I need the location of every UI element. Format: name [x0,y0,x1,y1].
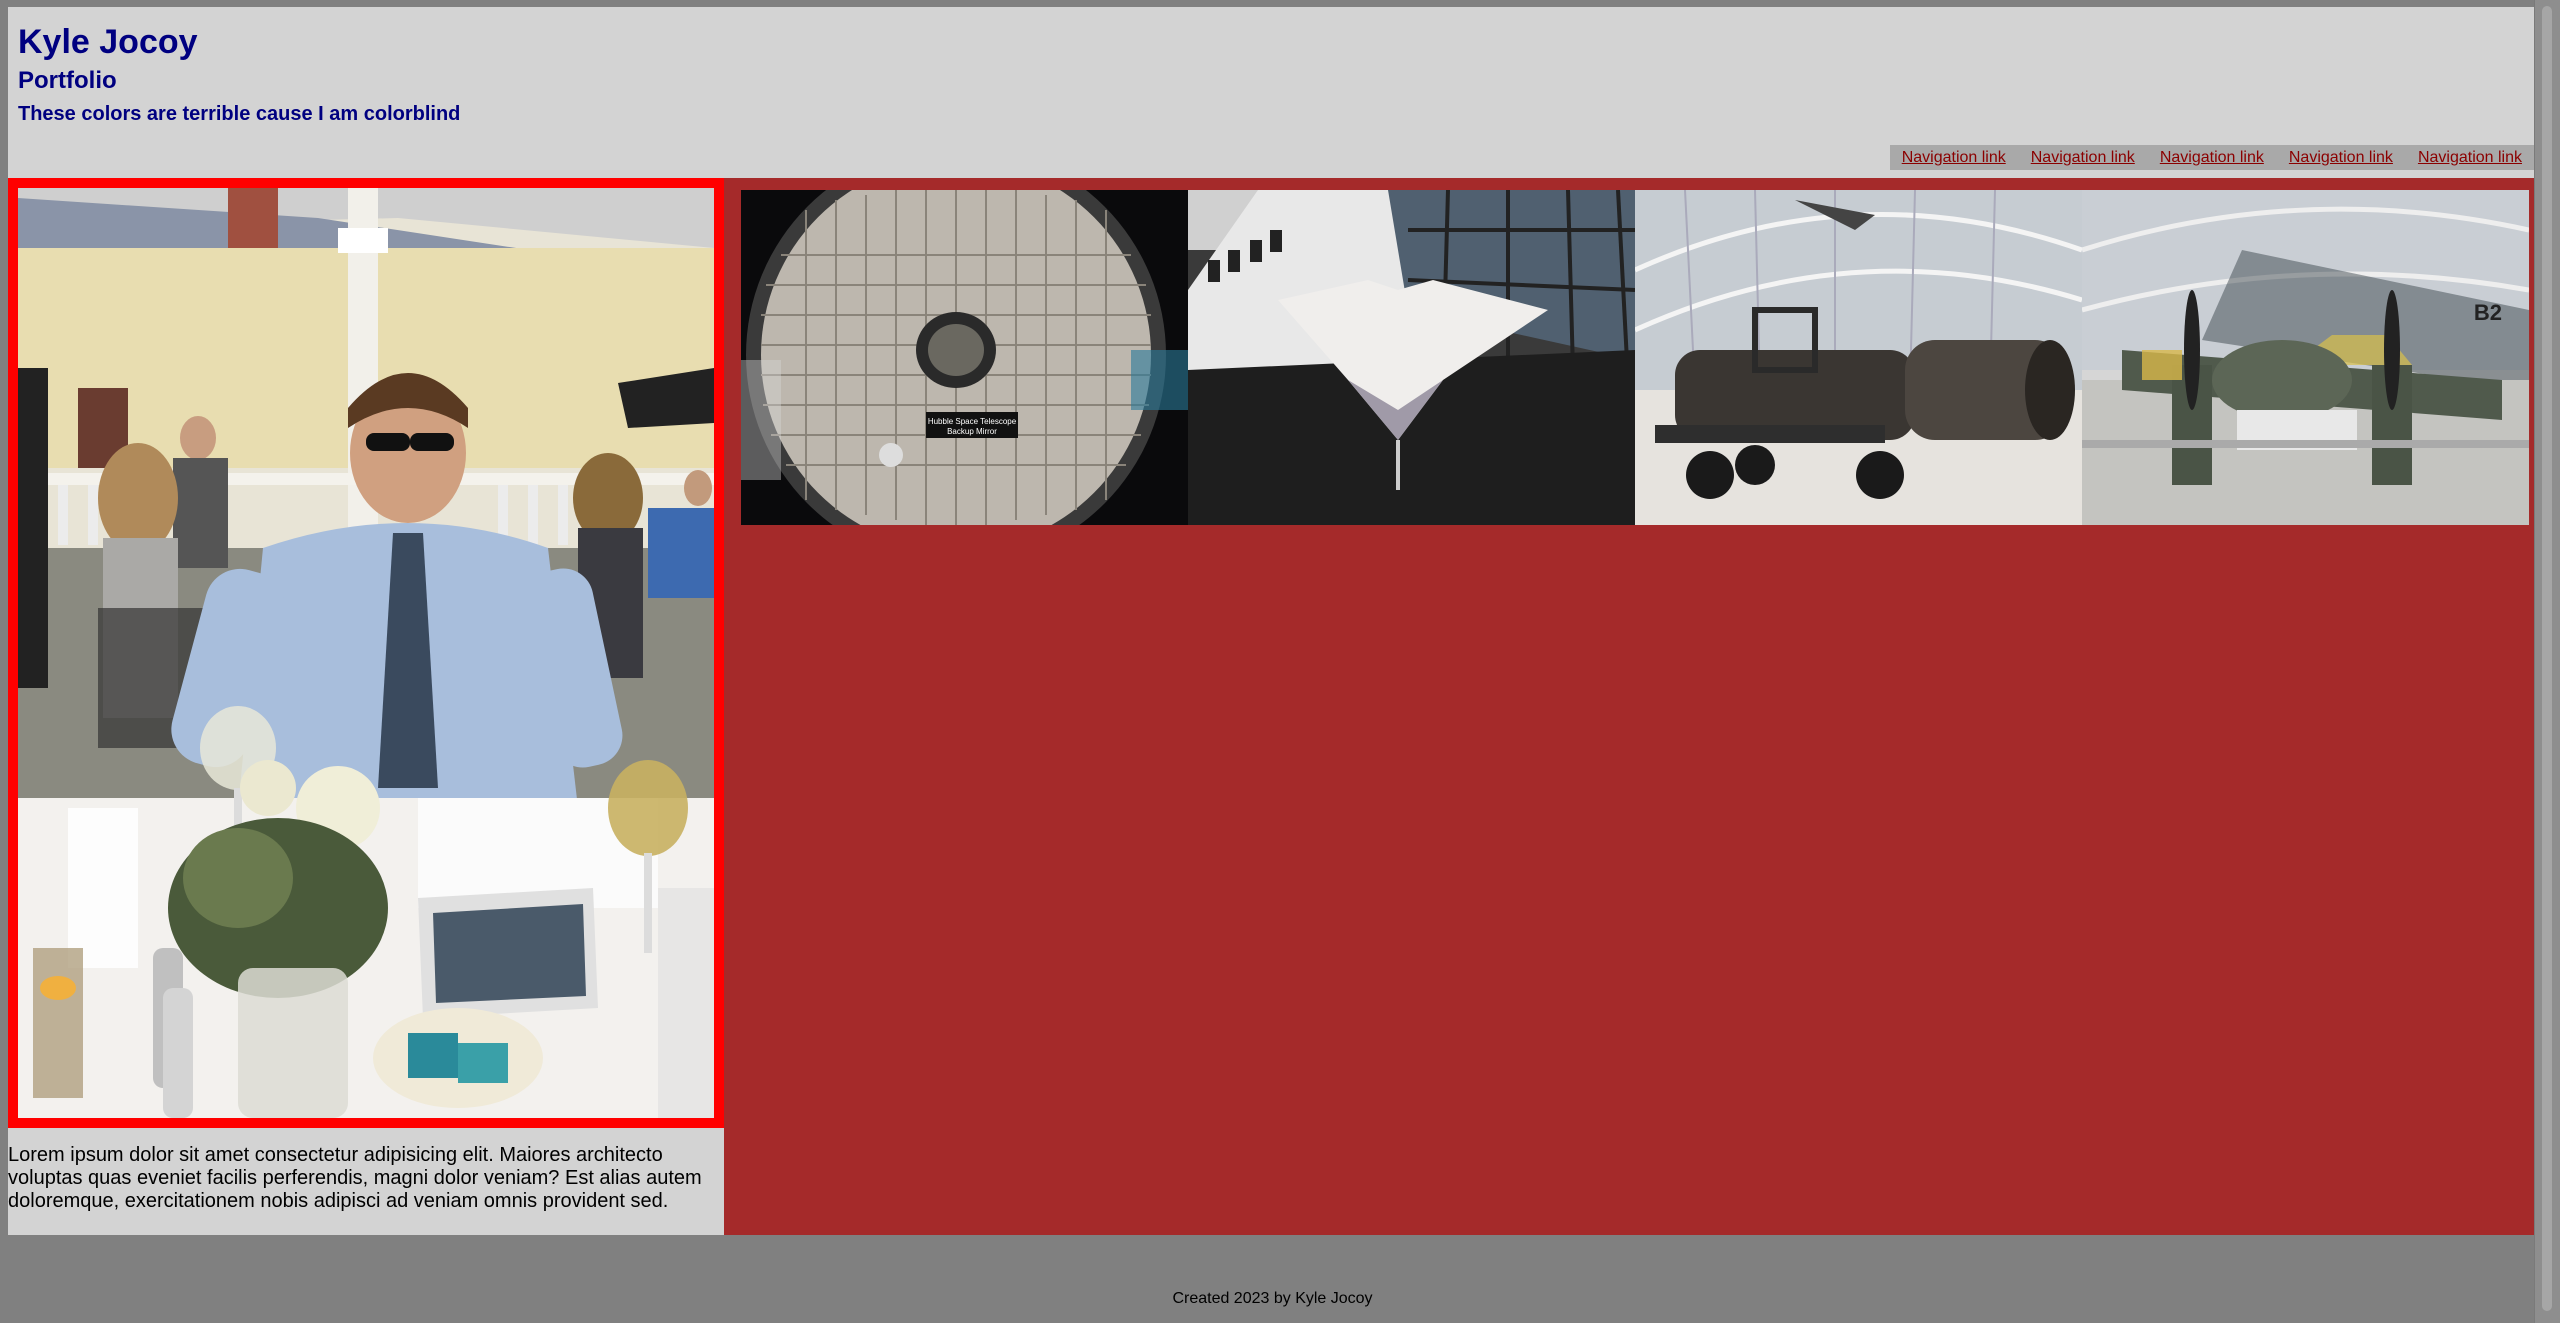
vertical-scrollbar[interactable] [2534,0,2560,1323]
nav-link-2[interactable]: Navigation link [2022,145,2144,170]
p38-aircraft-image: B2 [2082,190,2529,525]
nav-link-4[interactable]: Navigation link [2280,145,2402,170]
site-title: Kyle Jocoy [18,23,198,61]
featured-photo [18,188,714,1118]
page: Kyle Jocoy Portfolio These colors are te… [0,0,2560,1323]
nav-link-5[interactable]: Navigation link [2409,145,2531,170]
mirror-label-line1: Hubble Space Telescope [928,417,1017,426]
nav-link-3[interactable]: Navigation link [2151,145,2273,170]
intro-paragraph: Lorem ipsum dolor sit amet consectetur a… [8,1144,702,1212]
site-tagline: These colors are terrible cause I am col… [18,103,461,125]
left-column: Lorem ipsum dolor sit amet consectetur a… [8,178,724,1235]
photo-gallery: Hubble Space Telescope Backup Mirror B2 [741,190,2529,525]
site-header: Kyle Jocoy Portfolio These colors are te… [8,7,2534,178]
featured-photo-frame [8,178,724,1128]
main-nav: Navigation link Navigation link Navigati… [1889,145,2534,170]
main-content: Lorem ipsum dolor sit amet consectetur a… [8,178,2534,1235]
gallery-photo-jet-engine[interactable] [1635,190,2082,525]
gallery-photo-hubble-mirror[interactable]: Hubble Space Telescope Backup Mirror [741,190,1188,525]
nav-link-1[interactable]: Navigation link [1893,145,2015,170]
site-subtitle: Portfolio [18,67,117,94]
drone-aircraft-image [1188,190,1635,525]
plane-tail-number: B2 [2474,300,2502,325]
site-footer: Created 2023 by Kyle Jocoy [1172,1290,1373,1307]
gallery-section: Hubble Space Telescope Backup Mirror B2 [724,178,2534,1235]
mirror-label-line2: Backup Mirror [947,427,997,436]
hubble-mirror-image: Hubble Space Telescope Backup Mirror [741,190,1188,525]
gallery-photo-p38-aircraft[interactable]: B2 [2082,190,2529,525]
scrollbar-thumb[interactable] [2542,6,2552,1311]
gallery-photo-x45-drone[interactable] [1188,190,1635,525]
jet-engine-image [1635,190,2082,525]
